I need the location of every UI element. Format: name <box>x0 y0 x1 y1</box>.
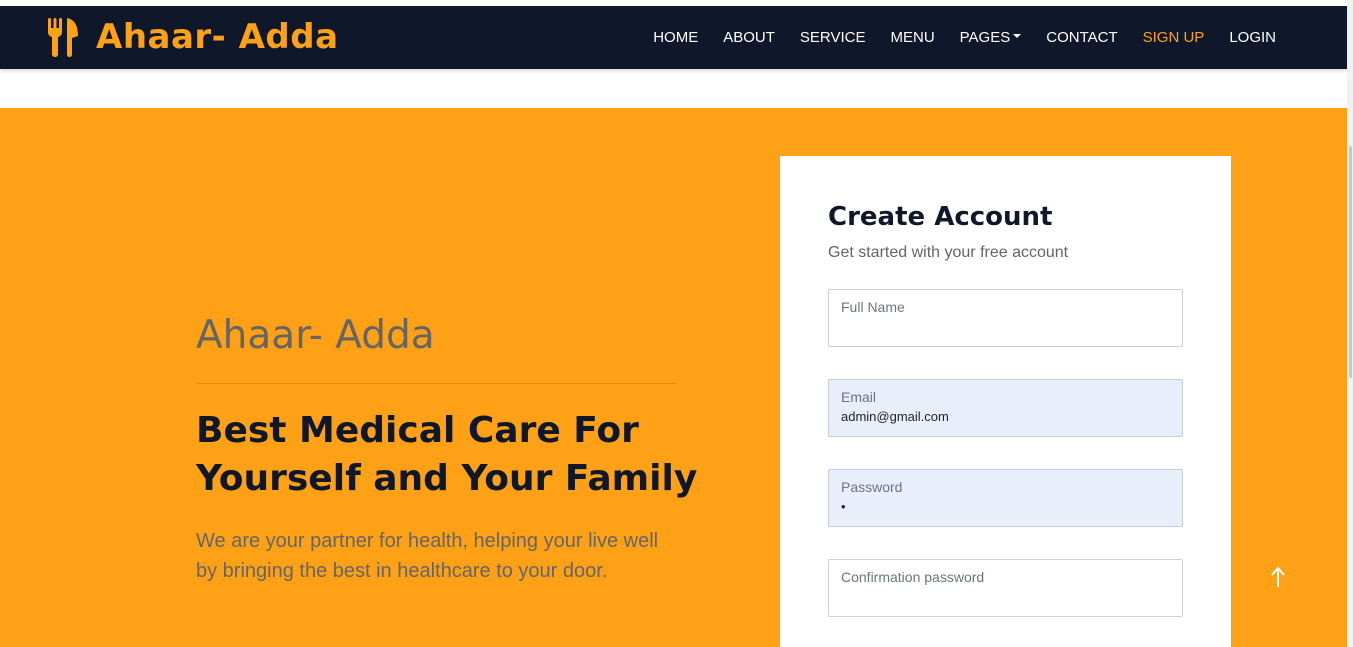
hero-brand-title: Ahaar- Adda <box>196 313 435 358</box>
navbar: Ahaar- Adda HOME ABOUT SERVICE MENU PAGE… <box>0 6 1347 69</box>
email-field[interactable]: Email admin@gmail.com <box>828 379 1183 437</box>
arrow-up-icon <box>1271 566 1285 587</box>
form-subtitle: Get started with your free account <box>828 244 1069 261</box>
scrollbar-thumb[interactable] <box>1349 146 1352 378</box>
nav-home[interactable]: HOME <box>653 29 698 46</box>
caret-down-icon <box>1013 34 1022 39</box>
full-name-label: Full Name <box>841 299 905 315</box>
nav-pages-dropdown[interactable]: PAGES <box>960 29 1022 46</box>
nav-links: HOME ABOUT SERVICE MENU PAGES CONTACT SI… <box>628 6 1276 69</box>
email-value: admin@gmail.com <box>841 409 949 424</box>
nav-pages-label: PAGES <box>959 29 1011 46</box>
page-scrollbar[interactable] <box>1347 0 1353 647</box>
hero-heading: Best Medical Care For Yourself and Your … <box>196 410 698 499</box>
email-label: Email <box>841 389 877 405</box>
brand-link[interactable]: Ahaar- Adda <box>46 14 339 60</box>
utensils-icon <box>48 18 78 57</box>
signup-page: Ahaar- Adda HOME ABOUT SERVICE MENU PAGE… <box>0 0 1353 647</box>
hero-section: Ahaar- Adda Best Medical Care For Yourse… <box>0 108 1347 647</box>
nav-about[interactable]: ABOUT <box>723 29 775 46</box>
password-value: • <box>841 499 846 514</box>
nav-menu[interactable]: MENU <box>890 29 934 46</box>
password-label: Password <box>841 479 903 495</box>
brand-name: Ahaar- Adda <box>96 17 339 57</box>
hero-subtext: We are your partner for health, helping … <box>196 530 659 582</box>
back-to-top-button[interactable] <box>1263 560 1293 594</box>
hero-divider <box>196 383 676 384</box>
nav-login[interactable]: LOGIN <box>1229 29 1276 46</box>
confirm-password-label: Confirmation password <box>841 569 985 585</box>
nav-service[interactable]: SERVICE <box>800 29 866 46</box>
confirm-password-field[interactable]: Confirmation password <box>828 559 1183 617</box>
full-name-field[interactable]: Full Name <box>828 289 1183 347</box>
nav-signup[interactable]: SIGN UP <box>1143 29 1205 46</box>
password-field[interactable]: Password • <box>828 469 1183 527</box>
signup-card: Create Account Get started with your fre… <box>780 156 1231 647</box>
nav-contact[interactable]: CONTACT <box>1046 29 1117 46</box>
form-title: Create Account <box>828 202 1053 232</box>
